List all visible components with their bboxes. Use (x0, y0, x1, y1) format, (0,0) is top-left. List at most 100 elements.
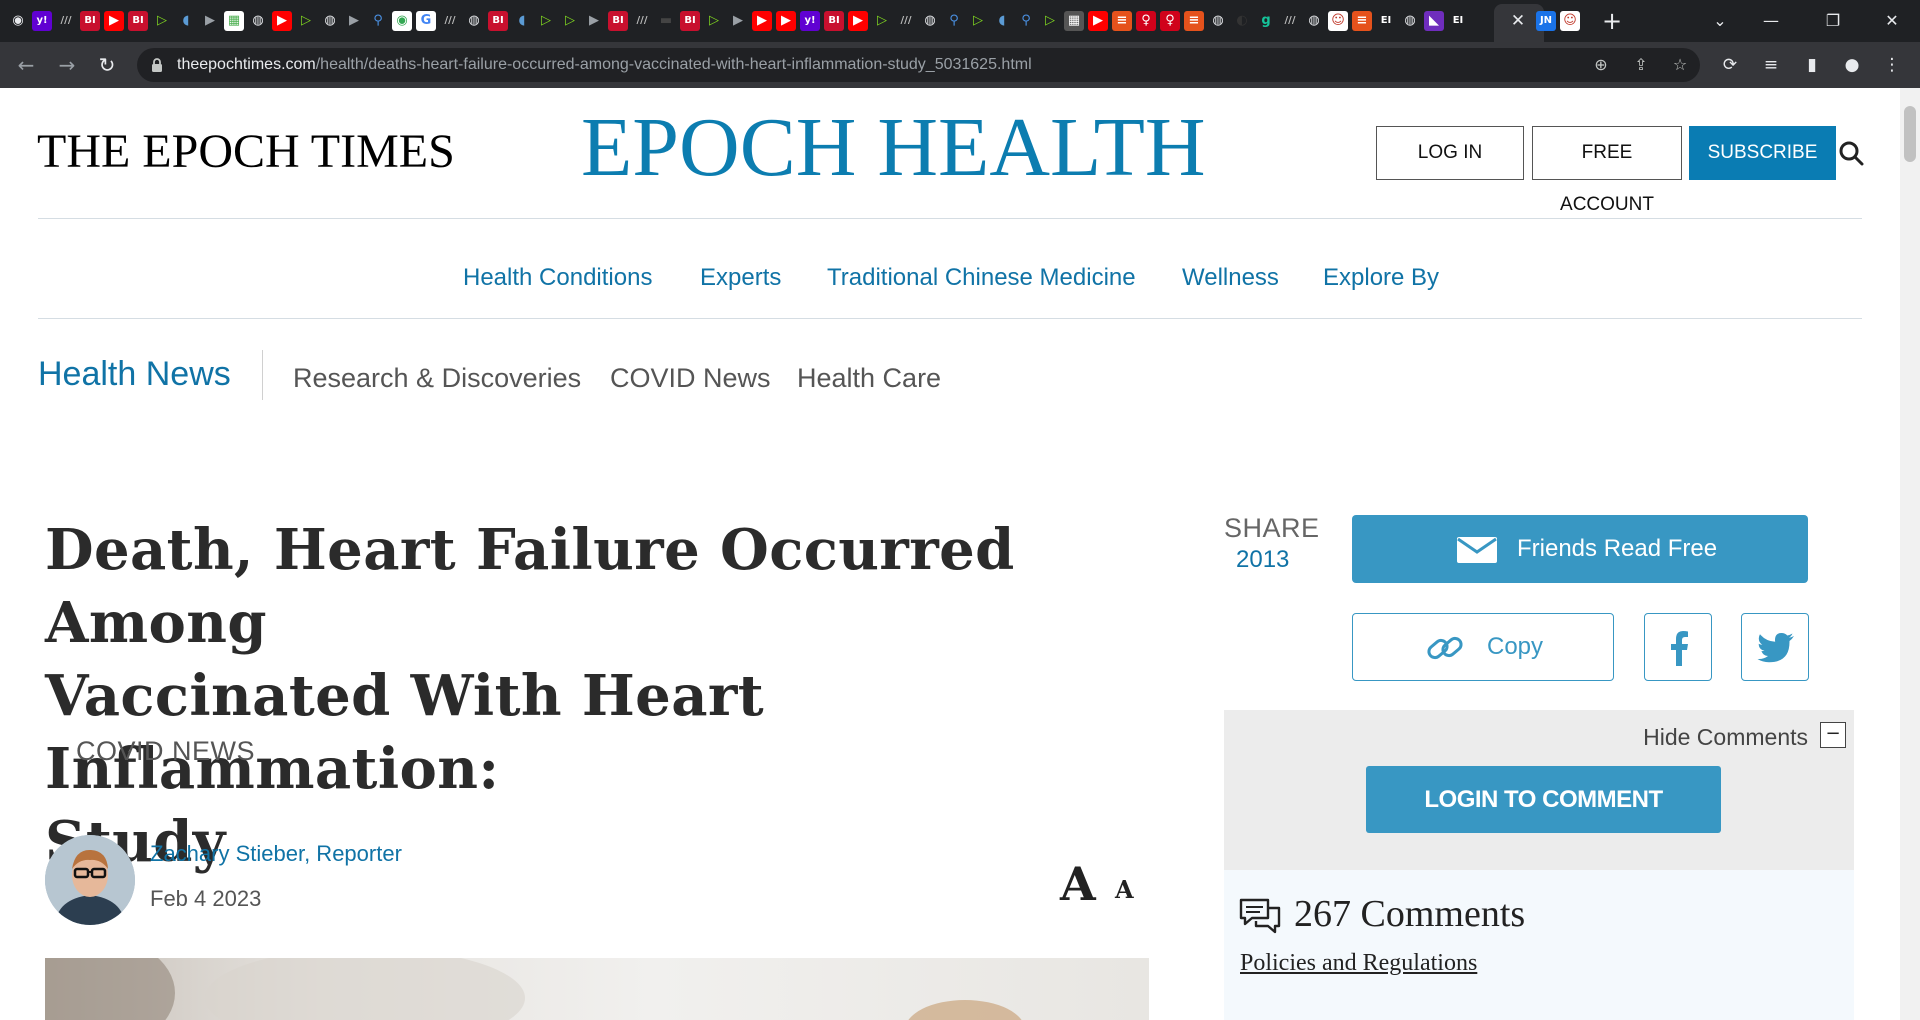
author-avatar[interactable] (45, 835, 135, 925)
author-name[interactable]: Zachary Stieber, Reporter (150, 841, 402, 867)
tab-favicon-icon[interactable]: ◖ (992, 11, 1012, 31)
tab-favicon-icon[interactable]: /// (632, 11, 652, 31)
tab-favicon-icon[interactable]: G (416, 11, 436, 31)
hide-comments-toggle[interactable]: − (1820, 722, 1846, 748)
zoom-icon[interactable]: ⊕ (1590, 54, 1612, 76)
tab-favicon-icon[interactable]: ◍ (248, 11, 268, 31)
tab-favicon-icon[interactable]: y! (32, 11, 52, 31)
tab-favicon-icon[interactable]: ☺ (1560, 11, 1580, 31)
side-panel-icon[interactable]: ▮ (1800, 53, 1824, 77)
copy-link-button[interactable]: Copy (1352, 613, 1614, 681)
tab-favicon-icon[interactable]: ▶ (272, 11, 292, 31)
nav-traditional-chinese-medicine[interactable]: Traditional Chinese Medicine (827, 256, 1136, 300)
extension-icon[interactable]: ⟳ (1718, 53, 1742, 77)
tab-favicon-icon[interactable]: ▷ (704, 11, 724, 31)
friends-read-free-button[interactable]: Friends Read Free (1352, 515, 1808, 583)
tab-favicon-icon[interactable]: ◖ (176, 11, 196, 31)
reload-button[interactable]: ↻ (93, 51, 121, 79)
close-tab-icon[interactable]: ✕ (1506, 9, 1530, 33)
tab-favicon-icon[interactable]: ◣ (1424, 11, 1444, 31)
bookmark-star-icon[interactable]: ☆ (1669, 54, 1691, 76)
profile-icon[interactable]: ● (1840, 53, 1864, 77)
login-to-comment-button[interactable]: LOGIN TO COMMENT (1366, 766, 1721, 833)
tab-favicon-icon[interactable]: ▷ (536, 11, 556, 31)
forward-button[interactable]: → (53, 51, 81, 79)
subnav-title[interactable]: Health News (38, 352, 231, 396)
tab-favicon-icon[interactable]: ≡ (1112, 11, 1132, 31)
subnav-covid-news[interactable]: COVID News (610, 358, 771, 398)
tab-favicon-icon[interactable]: ⚲ (944, 11, 964, 31)
tab-favicon-icon[interactable]: ▶ (1088, 11, 1108, 31)
browser-menu-icon[interactable]: ⋮ (1880, 53, 1904, 77)
tab-favicon-icon[interactable]: ◉ (8, 11, 28, 31)
tab-favicon-icon[interactable]: EI (1448, 11, 1468, 31)
tab-favicon-icon[interactable]: ☺ (1328, 11, 1348, 31)
minimize-button[interactable]: — (1753, 6, 1789, 36)
font-size-large-icon[interactable]: A (1060, 858, 1096, 910)
close-window-button[interactable]: ✕ (1874, 6, 1910, 36)
tab-favicon-icon[interactable]: JN (1536, 11, 1556, 31)
tab-favicon-icon[interactable]: ▶ (344, 11, 364, 31)
tab-favicon-icon[interactable]: ▷ (296, 11, 316, 31)
facebook-share-button[interactable] (1644, 613, 1712, 681)
restore-button[interactable]: ❐ (1815, 6, 1851, 36)
tab-favicon-icon[interactable]: ▷ (560, 11, 580, 31)
subscribe-button[interactable]: SUBSCRIBE (1689, 126, 1836, 180)
tab-favicon-icon[interactable]: ▶ (584, 11, 604, 31)
lock-icon[interactable] (149, 57, 165, 73)
address-bar[interactable]: theepochtimes.com/health/deaths-heart-fa… (137, 48, 1700, 82)
tab-favicon-icon[interactable]: y! (800, 11, 820, 31)
url-text[interactable]: theepochtimes.com/health/deaths-heart-fa… (177, 48, 1032, 82)
tab-favicon-icon[interactable]: g (1256, 11, 1276, 31)
hide-comments-label[interactable]: Hide Comments (1643, 724, 1808, 751)
nav-explore-by[interactable]: Explore By (1323, 256, 1439, 300)
scrollbar-thumb[interactable] (1904, 106, 1916, 162)
search-icon[interactable] (1838, 140, 1864, 166)
tab-favicon-icon[interactable]: ♀ (1136, 11, 1156, 31)
tab-favicon-icon[interactable]: BI (824, 11, 844, 31)
section-logo[interactable]: EPOCH HEALTH (581, 101, 1206, 194)
nav-wellness[interactable]: Wellness (1182, 256, 1279, 300)
tab-favicon-icon[interactable]: ◍ (464, 11, 484, 31)
tab-favicon-icon[interactable]: BI (80, 11, 100, 31)
tab-favicon-icon[interactable]: BI (608, 11, 628, 31)
back-button[interactable]: ← (12, 51, 40, 79)
tab-favicon-icon[interactable]: ◍ (1304, 11, 1324, 31)
tab-favicon-icon[interactable]: /// (896, 11, 916, 31)
tab-favicon-icon[interactable]: EI (1376, 11, 1396, 31)
tab-favicon-icon[interactable]: ▶ (200, 11, 220, 31)
tab-favicon-icon[interactable]: ◍ (320, 11, 340, 31)
tab-favicon-icon[interactable]: ⚲ (368, 11, 388, 31)
tab-favicon-icon[interactable]: ▶ (776, 11, 796, 31)
tab-favicon-icon[interactable]: BI (680, 11, 700, 31)
font-size-small-icon[interactable]: A (1115, 870, 1134, 910)
tab-favicon-icon[interactable]: ▶ (848, 11, 868, 31)
free-account-button[interactable]: FREE ACCOUNT (1532, 126, 1682, 215)
tab-favicon-icon[interactable]: BI (128, 11, 148, 31)
tab-favicon-icon[interactable]: ▷ (872, 11, 892, 31)
site-logo[interactable]: THE EPOCH TIMES (37, 124, 455, 179)
tab-favicon-icon[interactable]: ◍ (1208, 11, 1228, 31)
page-scrollbar[interactable] (1900, 88, 1920, 1020)
tab-favicon-icon[interactable]: ▷ (968, 11, 988, 31)
tab-favicon-icon[interactable]: ◐ (1232, 11, 1252, 31)
tab-favicon-icon[interactable]: ◍ (920, 11, 940, 31)
login-button[interactable]: LOG IN (1376, 126, 1524, 180)
tab-favicon-icon[interactable]: ▷ (152, 11, 172, 31)
tab-favicon-icon[interactable]: ◍ (1400, 11, 1420, 31)
tab-favicon-icon[interactable]: ▬ (656, 11, 676, 31)
tab-favicon-icon[interactable]: /// (440, 11, 460, 31)
tab-favicon-icon[interactable]: ▶ (104, 11, 124, 31)
tab-search-icon[interactable]: ⌄ (1702, 6, 1738, 36)
article-category[interactable]: COVID NEWS (76, 736, 255, 767)
tab-favicon-icon[interactable]: /// (1280, 11, 1300, 31)
tab-favicon-icon[interactable]: ▦ (1064, 11, 1084, 31)
new-tab-button[interactable]: + (1599, 8, 1625, 34)
reading-list-icon[interactable]: ≡ (1759, 53, 1783, 77)
tab-favicon-icon[interactable]: ◉ (392, 11, 412, 31)
tab-favicon-icon[interactable]: ▶ (752, 11, 772, 31)
share-page-icon[interactable]: ⇪ (1630, 54, 1652, 76)
tab-favicon-icon[interactable]: /// (56, 11, 76, 31)
twitter-share-button[interactable] (1741, 613, 1809, 681)
tab-favicon-icon[interactable]: ▦ (224, 11, 244, 31)
